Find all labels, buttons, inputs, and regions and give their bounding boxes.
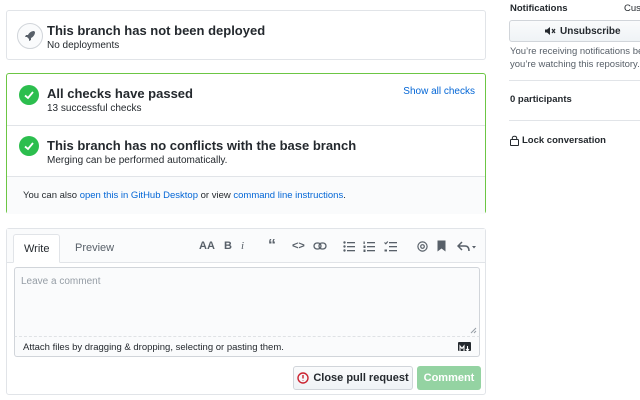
comment-placeholder: Leave a comment <box>21 276 101 287</box>
notification-reason-line1: You’re receiving notifications be <box>510 45 640 58</box>
deployment-status-box: This branch has not been deployed No dep… <box>6 10 486 60</box>
heading-icon[interactable]: AA <box>199 238 215 254</box>
markdown-icon[interactable] <box>458 342 471 351</box>
numbered-list-icon[interactable] <box>363 238 375 254</box>
saved-reply-icon[interactable] <box>437 238 446 254</box>
check-circle-icon <box>19 136 39 156</box>
code-icon[interactable]: <> <box>292 238 305 254</box>
lock-conversation-label: Lock conversation <box>522 135 606 146</box>
attach-files-text: Attach files by dragging & dropping, sel… <box>23 342 284 353</box>
check-circle-icon <box>19 85 39 105</box>
tab-write[interactable]: Write <box>13 234 60 263</box>
note-suffix: . <box>343 190 346 201</box>
sidebar-divider <box>509 120 640 121</box>
comment-form: Write Preview AA B i “ <> <box>6 228 486 395</box>
tab-preview[interactable]: Preview <box>65 234 124 263</box>
deploy-title: This branch has not been deployed <box>47 23 265 38</box>
deploy-subtitle: No deployments <box>47 40 119 51</box>
comment-textarea[interactable]: Leave a comment <box>14 267 480 337</box>
notification-reason: You’re receiving notifications be you’re… <box>510 45 640 71</box>
italic-icon[interactable]: i <box>241 238 244 254</box>
quote-icon[interactable]: “ <box>268 238 276 254</box>
no-conflicts-row: This branch has no conflicts with the ba… <box>7 126 485 177</box>
close-pull-request-button[interactable]: Close pull request <box>293 366 413 390</box>
bold-icon[interactable]: B <box>224 238 232 254</box>
merge-status-box: All checks have passed 13 successful che… <box>6 73 486 214</box>
unsubscribe-button[interactable]: Unsubscribe <box>509 20 640 42</box>
comment-submit-button[interactable]: Comment <box>417 366 481 390</box>
pull-request-closed-icon <box>297 372 309 384</box>
sidebar-divider <box>509 80 640 81</box>
checks-passed-row: All checks have passed 13 successful che… <box>7 74 485 126</box>
customize-link[interactable]: Cus <box>624 3 640 14</box>
lock-icon <box>510 135 519 146</box>
reply-dropdown-icon[interactable] <box>457 238 477 254</box>
checks-passed-title: All checks have passed <box>47 86 193 101</box>
bulleted-list-icon[interactable] <box>343 238 355 254</box>
mute-icon <box>544 26 556 36</box>
resize-handle-icon[interactable] <box>470 327 477 334</box>
close-pull-request-label: Close pull request <box>313 372 408 384</box>
note-mid: or view <box>201 190 231 201</box>
checks-passed-count: 13 successful checks <box>47 103 142 114</box>
unsubscribe-label: Unsubscribe <box>560 26 621 37</box>
participants-count: 0 participants <box>510 94 572 105</box>
link-icon[interactable] <box>313 238 327 254</box>
file-attach-area[interactable]: Attach files by dragging & dropping, sel… <box>14 337 480 357</box>
notifications-heading: Notifications <box>510 3 568 14</box>
lock-conversation-link[interactable]: Lock conversation <box>510 135 606 146</box>
no-conflicts-title: This branch has no conflicts with the ba… <box>47 138 356 153</box>
comment-tabs: Write Preview AA B i “ <> <box>7 229 485 263</box>
command-line-instructions-link[interactable]: command line instructions <box>233 190 343 201</box>
task-list-icon[interactable] <box>384 238 397 254</box>
no-conflicts-subtitle: Merging can be performed automatically. <box>47 155 227 166</box>
alternate-merge-note: You can also open this in GitHub Desktop… <box>7 177 485 214</box>
open-github-desktop-link[interactable]: open this in GitHub Desktop <box>80 190 198 201</box>
mention-icon[interactable] <box>417 238 428 254</box>
rocket-icon <box>17 23 43 49</box>
note-prefix: You can also <box>23 190 77 201</box>
notification-reason-line2: you’re watching this repository. <box>510 58 640 71</box>
show-all-checks-link[interactable]: Show all checks <box>403 86 475 97</box>
